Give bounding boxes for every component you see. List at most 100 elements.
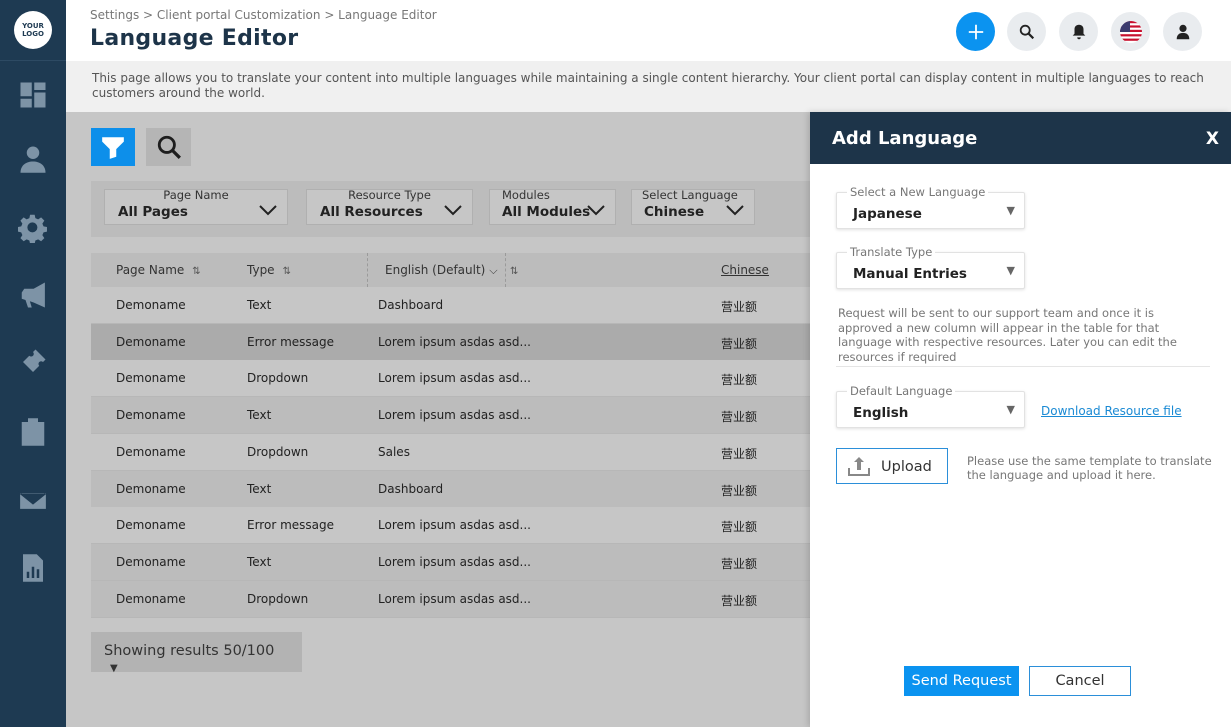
funnel-icon — [102, 137, 124, 159]
column-header-chinese[interactable]: Chinese — [721, 263, 769, 277]
column-label: Page Name — [116, 263, 185, 277]
notifications-button[interactable] — [1059, 12, 1098, 51]
sort-icon[interactable]: ⇅ — [192, 266, 200, 277]
profile-button[interactable] — [1163, 12, 1202, 51]
upload-label: Upload — [881, 459, 932, 475]
resource-type-filter[interactable]: Resource Type All Resources — [306, 188, 473, 225]
cell-chinese: 营业额 — [721, 484, 758, 498]
modules-filter[interactable]: Modules All Modules — [489, 188, 616, 225]
download-resource-link[interactable]: Download Resource file — [1041, 404, 1182, 418]
table-row[interactable]: Demoname Dropdown Sales 营业额 — [91, 434, 810, 471]
chevron-down-icon — [259, 205, 277, 216]
table-header: Page Name ⇅ Type ⇅ English (Default) ⌵ ⇅ C… — [91, 253, 810, 287]
table-row[interactable]: Demoname Text Dashboard 营业额 — [91, 287, 810, 324]
filter-value: All Resources — [320, 204, 423, 220]
cell-english: Lorem ipsum asdas asd... — [378, 518, 531, 532]
panel-divider — [836, 366, 1210, 367]
default-language-select[interactable]: Default Language English ▼ — [836, 384, 1025, 428]
filter-value: Chinese — [644, 204, 705, 220]
table-row[interactable]: Demoname Text Lorem ipsum asdas asd... 营业额 — [91, 397, 810, 434]
column-header-english[interactable]: English (Default) ⌵ — [385, 263, 498, 278]
filter-label: Modules — [502, 188, 550, 202]
us-flag-icon — [1119, 20, 1142, 43]
main-content: Page Name All Pages Resource Type All Re… — [66, 112, 810, 727]
cancel-button[interactable]: Cancel — [1029, 666, 1131, 696]
cell-type: Text — [247, 298, 272, 312]
dashboard-icon[interactable] — [17, 79, 49, 111]
language-filter[interactable]: Select Language Chinese — [631, 188, 755, 225]
plus-icon — [968, 24, 983, 39]
filter-value: All Pages — [118, 204, 188, 220]
table-row[interactable]: Demoname Dropdown Lorem ipsum asdas asd...… — [91, 360, 810, 397]
breadcrumb[interactable]: Settings > Client portal Customization >… — [90, 8, 437, 22]
field-label: Default Language — [847, 384, 956, 398]
cell-type: Text — [247, 555, 272, 569]
caret-down-icon: ▼ — [110, 663, 118, 674]
cell-chinese: 营业额 — [721, 337, 758, 351]
column-header-type[interactable]: Type ⇅ — [247, 263, 291, 277]
table-row[interactable]: Demoname Error message Lorem ipsum asdas a… — [91, 507, 810, 544]
table-row[interactable]: Demoname Text Lorem ipsum asdas asd... 营业额 — [91, 544, 810, 581]
report-icon[interactable] — [17, 552, 49, 584]
field-value: Japanese — [853, 206, 922, 222]
column-divider — [505, 253, 506, 287]
caret-down-icon: ▼ — [1006, 204, 1015, 217]
cell-page-name: Demoname — [116, 298, 186, 312]
field-label: Translate Type — [847, 245, 936, 259]
cell-english: Dashboard — [378, 482, 444, 496]
chevron-down-icon — [444, 205, 462, 216]
field-value: English — [853, 405, 909, 421]
close-icon[interactable]: X — [1206, 129, 1219, 149]
page-title: Language Editor — [90, 26, 299, 51]
column-header-page-name[interactable]: Page Name ⇅ — [116, 263, 201, 277]
clipboard-check-icon[interactable] — [17, 416, 49, 448]
column-label: English (Default) — [385, 263, 486, 277]
cell-chinese: 营业额 — [721, 447, 758, 461]
cell-page-name: Demoname — [116, 371, 186, 385]
cell-page-name: Demoname — [116, 482, 186, 496]
user-icon — [1176, 24, 1189, 39]
cell-chinese: 营业额 — [721, 410, 758, 424]
translate-type-select[interactable]: Translate Type Manual Entries ▼ — [836, 245, 1025, 289]
panel-title: Add Language — [832, 128, 978, 149]
new-language-select[interactable]: Select a New Language Japanese ▼ — [836, 185, 1025, 229]
cell-chinese: 营业额 — [721, 557, 758, 571]
cell-page-name: Demoname — [116, 555, 186, 569]
request-note: Request will be sent to our support team… — [838, 306, 1177, 364]
sort-icon[interactable]: ⇅ — [510, 263, 518, 277]
page-name-filter[interactable]: Page Name All Pages — [104, 188, 288, 225]
cell-type: Dropdown — [247, 371, 309, 385]
cell-page-name: Demoname — [116, 335, 186, 349]
add-button[interactable] — [956, 12, 995, 51]
table-search-button[interactable] — [146, 128, 191, 166]
filter-button[interactable] — [91, 128, 135, 166]
chevron-down-icon — [726, 205, 744, 216]
mail-icon[interactable] — [17, 485, 49, 517]
search-button[interactable] — [1007, 12, 1046, 51]
column-divider — [367, 253, 368, 287]
upload-icon — [848, 457, 870, 476]
language-flag-button[interactable] — [1111, 12, 1150, 51]
megaphone-icon[interactable] — [17, 279, 49, 311]
sort-icon[interactable]: ⇅ — [283, 266, 291, 277]
filter-bar: Page Name All Pages Resource Type All Re… — [91, 181, 810, 237]
field-label: Select a New Language — [847, 185, 989, 199]
upload-button[interactable]: Upload — [836, 448, 948, 484]
cell-english: Lorem ipsum asdas asd... — [378, 335, 531, 349]
cell-page-name: Demoname — [116, 408, 186, 422]
column-label: Type — [247, 263, 275, 277]
results-selector[interactable]: Showing results 50/100 ▼ — [91, 632, 302, 674]
cell-page-name: Demoname — [116, 445, 186, 459]
cell-chinese: 营业额 — [721, 520, 758, 534]
table-row[interactable]: Demoname Error message Lorem ipsum asdas a… — [91, 324, 810, 361]
user-icon[interactable] — [17, 143, 49, 175]
add-language-panel: Add Language X Select a New Language Jap… — [810, 112, 1231, 727]
chevron-down-icon[interactable]: ⌵ — [489, 264, 497, 277]
table-row[interactable]: Demoname Dropdown Lorem ipsum asdas asd...… — [91, 581, 810, 618]
search-icon — [1019, 24, 1034, 39]
filter-label: Resource Type — [348, 188, 431, 202]
send-request-button[interactable]: Send Request — [904, 666, 1019, 696]
gear-icon[interactable] — [17, 212, 49, 244]
table-row[interactable]: Demoname Text Dashboard 营业额 — [91, 471, 810, 508]
ticket-icon[interactable] — [17, 346, 49, 378]
